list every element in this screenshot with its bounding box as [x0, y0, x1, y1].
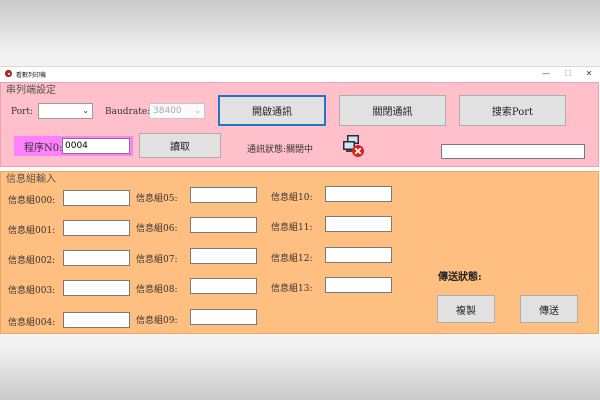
app-window: 看數列印機 — ☐ ✕ 串列端設定 Port: ⌄ Baudrate: 3840… — [0, 66, 600, 334]
chevron-down-icon: ⌄ — [82, 106, 89, 115]
maximize-button[interactable]: ☐ — [557, 67, 579, 81]
app-icon — [5, 70, 12, 77]
read-button[interactable]: 讀取 — [139, 133, 221, 158]
message-label-07: 信息組07: — [136, 255, 178, 265]
message-input-13[interactable] — [325, 277, 392, 293]
open-connection-button[interactable]: 開啟通訊 — [218, 95, 326, 126]
message-label-003: 信息組003: — [8, 286, 56, 296]
send-status-label: 傳送狀態: — [438, 272, 482, 283]
baudrate-value: 38400 — [153, 106, 182, 116]
message-label-004: 信息組004: — [8, 318, 56, 328]
message-input-003[interactable] — [63, 280, 130, 296]
message-input-09[interactable] — [190, 309, 257, 325]
message-label-06: 信息組06: — [136, 224, 178, 234]
close-window-button[interactable]: ✕ — [578, 67, 600, 81]
message-input-05[interactable] — [190, 187, 257, 203]
message-label-09: 信息組09: — [136, 316, 178, 326]
message-input-panel: 信息組輸入 信息組000: 信息組001: 信息組002: 信息組003: 信息… — [0, 171, 599, 334]
network-disconnected-icon — [343, 135, 364, 157]
port-label: Port: — [11, 107, 34, 117]
message-input-07[interactable] — [190, 248, 257, 264]
message-group-title: 信息組輸入 — [6, 174, 56, 185]
baudrate-select[interactable]: 38400 ⌄ — [149, 103, 205, 119]
message-input-004[interactable] — [63, 312, 130, 328]
minimize-button[interactable]: — — [535, 67, 557, 81]
title-bar: 看數列印機 — ☐ ✕ — [0, 67, 600, 81]
close-connection-button[interactable]: 關閉通訊 — [339, 95, 446, 126]
serial-group-title: 串列端設定 — [6, 85, 56, 96]
message-label-05: 信息組05: — [136, 194, 178, 204]
serial-settings-panel: 串列端設定 Port: ⌄ Baudrate: 38400 ⌄ 開啟通訊 關閉通… — [0, 82, 599, 167]
message-label-001: 信息組001: — [8, 226, 56, 236]
window-title: 看數列印機 — [16, 72, 47, 79]
message-label-11: 信息組11: — [271, 223, 313, 233]
message-input-10[interactable] — [325, 186, 392, 202]
message-input-12[interactable] — [325, 247, 392, 263]
message-input-002[interactable] — [63, 250, 130, 266]
send-button[interactable]: 傳送 — [520, 295, 578, 323]
message-input-001[interactable] — [63, 220, 130, 236]
message-input-000[interactable] — [63, 190, 130, 206]
program-no-label: 程序N0: — [24, 143, 63, 154]
message-display-input[interactable] — [441, 144, 585, 159]
program-no-input[interactable] — [62, 138, 130, 154]
message-label-12: 信息組12: — [271, 254, 313, 264]
baudrate-label: Baudrate: — [105, 107, 151, 117]
message-input-08[interactable] — [190, 278, 257, 294]
port-select[interactable]: ⌄ — [38, 103, 93, 119]
message-label-13: 信息組13: — [271, 284, 313, 294]
search-port-button[interactable]: 搜索Port — [459, 95, 566, 126]
message-label-08: 信息組08: — [136, 285, 178, 295]
message-input-11[interactable] — [325, 216, 392, 232]
message-label-10: 信息組10: — [271, 193, 313, 203]
copy-button[interactable]: 複製 — [437, 295, 495, 323]
message-input-06[interactable] — [190, 217, 257, 233]
message-label-000: 信息組000: — [8, 196, 56, 206]
connection-status-text: 通訊狀態:關閉中 — [247, 145, 314, 155]
message-label-002: 信息組002: — [8, 256, 56, 266]
chevron-down-icon: ⌄ — [194, 106, 201, 115]
